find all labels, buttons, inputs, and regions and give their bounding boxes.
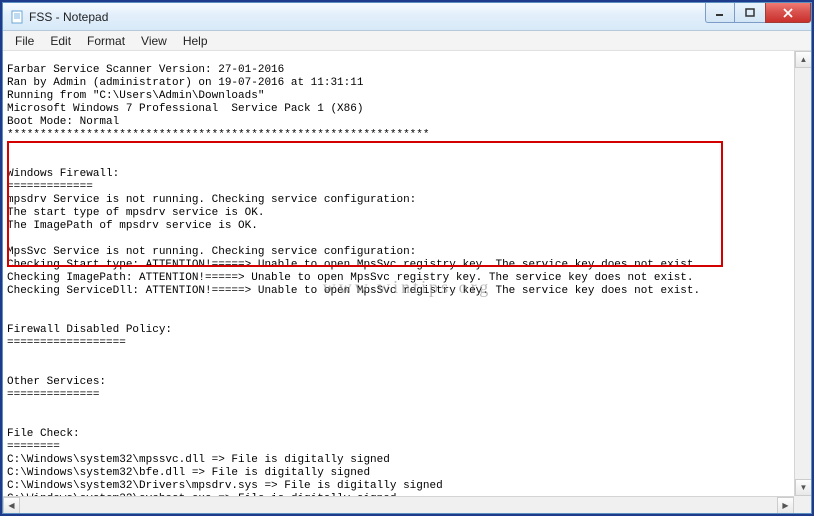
maximize-button[interactable] [735,3,765,23]
menubar: File Edit Format View Help [3,31,811,51]
close-button[interactable] [765,3,811,23]
scroll-right-button[interactable]: ▶ [777,497,794,513]
menu-file[interactable]: File [7,32,42,50]
notepad-window: FSS - Notepad File Edit Format View Help… [2,2,812,514]
text-area-wrap: Farbar Service Scanner Version: 27-01-20… [3,51,811,513]
vertical-scrollbar[interactable]: ▲ ▼ [794,51,811,496]
horizontal-scrollbar[interactable]: ◀ ▶ [3,496,794,513]
window-title: FSS - Notepad [29,10,108,24]
menu-format[interactable]: Format [79,32,133,50]
minimize-button[interactable] [705,3,735,23]
window-controls [705,3,811,23]
menu-edit[interactable]: Edit [42,32,79,50]
menu-help[interactable]: Help [175,32,216,50]
scroll-up-button[interactable]: ▲ [795,51,811,68]
notepad-icon [9,9,25,25]
scroll-left-button[interactable]: ◀ [3,497,20,513]
scroll-down-button[interactable]: ▼ [795,479,811,496]
menu-view[interactable]: View [133,32,175,50]
titlebar[interactable]: FSS - Notepad [3,3,811,31]
scrollbar-corner [794,496,811,513]
text-area[interactable]: Farbar Service Scanner Version: 27-01-20… [3,62,811,513]
